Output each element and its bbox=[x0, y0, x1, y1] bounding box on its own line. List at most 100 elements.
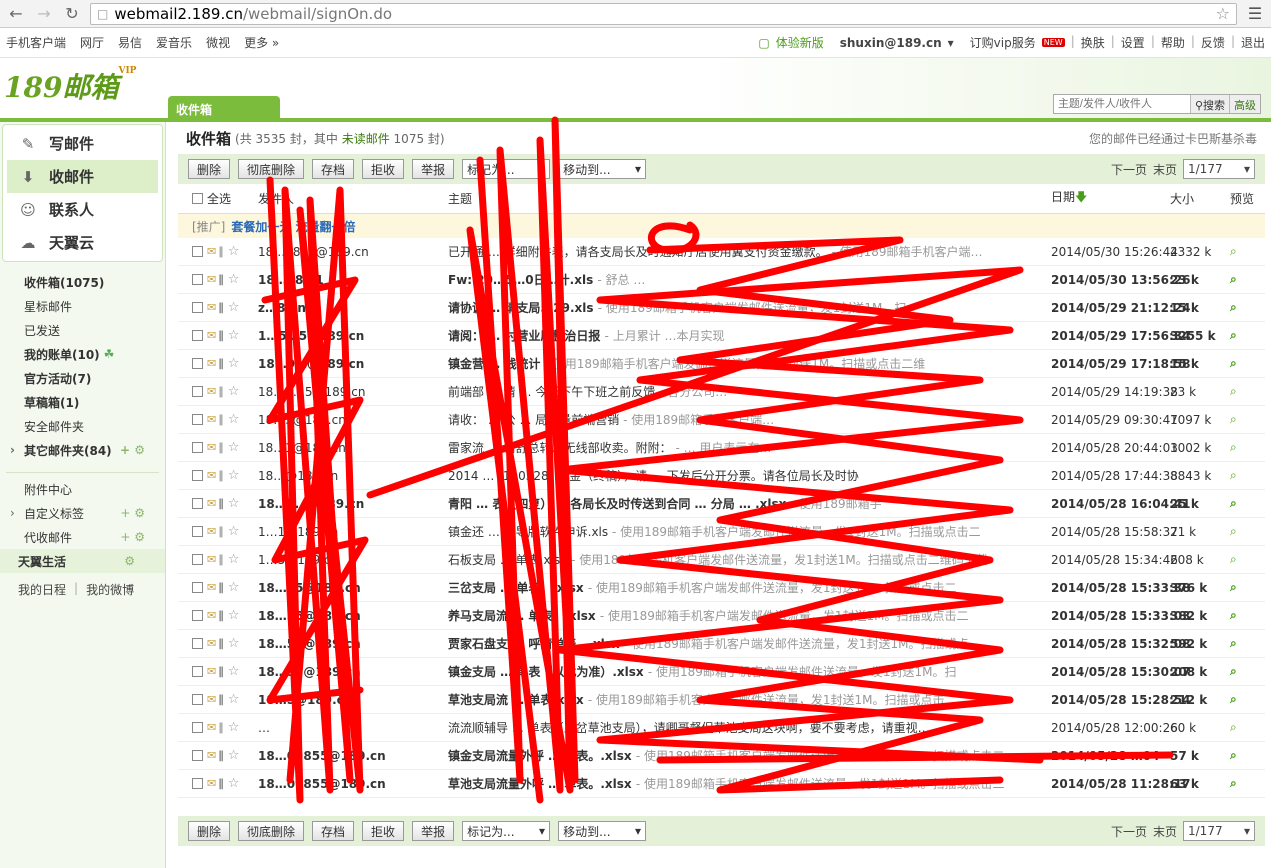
sidebar-item-life[interactable]: 天翼生活 ⚙ bbox=[0, 549, 165, 573]
tab-inbox[interactable]: 收件箱 bbox=[168, 96, 280, 120]
row-subject[interactable]: 石板支局 … 单表.xlsx - 使用189邮箱手机客户端发邮件送流量，发1封送… bbox=[448, 551, 1038, 568]
star-icon[interactable]: ☆ bbox=[228, 524, 240, 539]
star-icon[interactable]: ☆ bbox=[228, 636, 240, 651]
sidebar-action[interactable]: ☺ 联系人 bbox=[7, 193, 158, 226]
row-sender[interactable]: 18…55@189.cn bbox=[258, 665, 438, 679]
sidebar-folder[interactable]: 官方活动(7) bbox=[0, 366, 165, 390]
top-nav-link[interactable]: 手机客户端 bbox=[6, 36, 66, 50]
star-icon[interactable]: ☆ bbox=[228, 720, 240, 735]
star-icon[interactable]: ☆ bbox=[228, 496, 240, 511]
table-row[interactable]: ✉ ∥ ☆ z…8…n 请协调 … 请支局5.29.xls - 使用189邮箱手机客户端… bbox=[178, 294, 1265, 322]
perm-delete-button[interactable]: 彻底删除 bbox=[238, 159, 305, 179]
row-sender[interactable]: 18…55@189.cn bbox=[258, 637, 438, 651]
unread-link[interactable]: 未读邮件 bbox=[342, 132, 390, 146]
table-row[interactable]: ✉ ∥ ☆ 18…9…@189.cn 镇金营 … 线统计 - 使用189邮箱手机客户端发… bbox=[178, 350, 1265, 378]
star-icon[interactable]: ☆ bbox=[228, 664, 240, 679]
preview-icon[interactable]: ⌕ bbox=[1230, 748, 1237, 763]
top-nav-link[interactable]: 反馈 bbox=[1201, 34, 1225, 51]
top-nav-link[interactable]: 设置 bbox=[1121, 34, 1145, 51]
row-sender[interactable]: 18…5…@189.cn bbox=[258, 497, 438, 511]
table-row[interactable]: ✉ ∥ ☆ 18…09855@189.cn 镇金支局流量外呼 … 单表。.xlsx - … bbox=[178, 742, 1265, 770]
last-page-link[interactable]: 末页 bbox=[1153, 161, 1177, 178]
row-sender[interactable]: 1…5…5@189.cn bbox=[258, 329, 438, 343]
table-row[interactable]: ✉ ∥ ☆ 18…55@189.cn 三岔支局 … 单表。.xlsx - 使用189邮箱… bbox=[178, 574, 1265, 602]
archive-button[interactable]: 存档 bbox=[312, 159, 355, 179]
preview-icon[interactable]: ⌕ bbox=[1230, 440, 1237, 455]
row-subject[interactable]: 镇金支局 … 单表（以此为准）.xlsx - 使用189邮箱手机客户端发邮件送流… bbox=[448, 663, 1038, 680]
sidebar-folder[interactable]: › 其它邮件夹(84) + ⚙ bbox=[0, 438, 165, 462]
sidebar-folder[interactable]: 收件箱(1075) bbox=[0, 270, 165, 294]
table-row[interactable]: ✉ ∥ ☆ 18…@189.cn 2014 … (140528) 酬金（终稿），请 … … bbox=[178, 462, 1265, 490]
sidebar-folder[interactable]: 我的账单(10) ☘ bbox=[0, 342, 165, 366]
col-subject[interactable]: 主题 bbox=[448, 190, 472, 207]
table-row[interactable]: ✉ ∥ ☆ 18…5…@189.cn 青阳 … 表（四复），请各局长及时传送到合同 … … bbox=[178, 490, 1265, 518]
row-checkbox[interactable] bbox=[192, 302, 203, 313]
sidebar-extra[interactable]: › 自定义标签 + ⚙ bbox=[0, 501, 165, 525]
row-checkbox[interactable] bbox=[192, 666, 203, 677]
row-sender[interactable]: 18…1@189.cn bbox=[258, 441, 438, 455]
row-checkbox[interactable] bbox=[192, 554, 203, 565]
search-button[interactable]: ⚲搜索 bbox=[1189, 95, 1229, 113]
sidebar-folder[interactable]: 已发送 bbox=[0, 318, 165, 342]
star-icon[interactable]: ☆ bbox=[228, 748, 240, 763]
star-icon[interactable]: ☆ bbox=[228, 272, 240, 287]
add-gear-icon[interactable]: + ⚙ bbox=[120, 530, 145, 544]
row-subject[interactable]: 雷家流 … 请舒总转发无线部收卖。附附： - … 用户表示在… bbox=[448, 439, 1038, 456]
preview-icon[interactable]: ⌕ bbox=[1230, 384, 1237, 399]
star-icon[interactable]: ☆ bbox=[228, 440, 240, 455]
star-icon[interactable]: ☆ bbox=[228, 468, 240, 483]
move-to-select-bottom[interactable]: 移动到... ▾ bbox=[558, 821, 647, 841]
row-checkbox[interactable] bbox=[192, 470, 203, 481]
row-sender[interactable]: 18…98…1 bbox=[258, 273, 438, 287]
preview-icon[interactable]: ⌕ bbox=[1230, 300, 1237, 315]
perm-delete-button-bottom[interactable]: 彻底删除 bbox=[238, 821, 305, 841]
row-checkbox[interactable] bbox=[192, 610, 203, 621]
row-sender[interactable]: 18…@189.cn bbox=[258, 469, 438, 483]
row-sender[interactable]: 18…09855@189.cn bbox=[258, 749, 438, 763]
sidebar-folder[interactable]: 星标邮件 bbox=[0, 294, 165, 318]
row-subject[interactable]: 已开通 … 详细附件表，请各支局长及时通知厅店使用翼支付资金缴款。 - 使用18… bbox=[448, 243, 1038, 260]
table-row[interactable]: ✉ ∥ ☆ 1…5…5@189.cn 请阅： … 村营业厅整治日报 - 上月累计 …本月… bbox=[178, 322, 1265, 350]
next-page-link-bottom[interactable]: 下一页 bbox=[1111, 823, 1147, 840]
preview-icon[interactable]: ⌕ bbox=[1230, 552, 1237, 567]
row-checkbox[interactable] bbox=[192, 498, 203, 509]
row-subject[interactable]: Fw: 20…5…0日…计.xls - 舒总 … bbox=[448, 271, 1038, 288]
row-sender[interactable]: 1…5@189.cn bbox=[258, 553, 438, 567]
star-icon[interactable]: ☆ bbox=[228, 356, 240, 371]
row-checkbox[interactable] bbox=[192, 778, 203, 789]
archive-button-bottom[interactable]: 存档 bbox=[312, 821, 355, 841]
star-icon[interactable]: ☆ bbox=[228, 608, 240, 623]
chevron-right-icon[interactable]: › bbox=[10, 506, 15, 520]
page-select[interactable]: 1/177 ▾ bbox=[1183, 159, 1255, 179]
table-row[interactable]: ✉ ∥ ☆ 18…9855@189.cn 已开通 … 详细附件表，请各支局长及时通知厅店… bbox=[178, 238, 1265, 266]
row-checkbox[interactable] bbox=[192, 274, 203, 285]
row-sender[interactable]: 18…55@189.cn bbox=[258, 581, 438, 595]
col-date[interactable]: 日期🡇 bbox=[1051, 188, 1087, 209]
sidebar-folder[interactable]: 草稿箱(1) bbox=[0, 390, 165, 414]
forward-icon[interactable]: → bbox=[34, 4, 54, 23]
sidebar-action[interactable]: ⬇ 收邮件 bbox=[7, 160, 158, 193]
col-size[interactable]: 大小 bbox=[1170, 190, 1194, 207]
bookmark-star-icon[interactable]: ☆ bbox=[1216, 4, 1230, 23]
row-sender[interactable]: … bbox=[258, 721, 438, 735]
preview-icon[interactable]: ⌕ bbox=[1230, 608, 1237, 623]
reload-icon[interactable]: ↻ bbox=[62, 4, 82, 23]
row-checkbox[interactable] bbox=[192, 358, 203, 369]
reject-button[interactable]: 拒收 bbox=[362, 159, 405, 179]
weibo-link[interactable]: 我的微博 bbox=[86, 581, 134, 598]
vip-link[interactable]: 订购vip服务 bbox=[970, 34, 1036, 51]
row-checkbox[interactable] bbox=[192, 442, 203, 453]
row-checkbox[interactable] bbox=[192, 414, 203, 425]
col-sender[interactable]: 发件人 bbox=[258, 190, 294, 207]
table-row[interactable]: ✉ ∥ ☆ 1…5@189.cn 石板支局 … 单表.xlsx - 使用189邮箱手机客… bbox=[178, 546, 1265, 574]
preview-icon[interactable]: ⌕ bbox=[1230, 580, 1237, 595]
star-icon[interactable]: ☆ bbox=[228, 776, 240, 791]
row-checkbox[interactable] bbox=[192, 750, 203, 761]
top-nav-link[interactable]: 更多 » bbox=[244, 36, 279, 50]
row-checkbox[interactable] bbox=[192, 722, 203, 733]
row-subject[interactable]: 请阅： … 村营业厅整治日报 - 上月累计 …本月实现 bbox=[448, 327, 1038, 344]
table-row[interactable]: ✉ ∥ ☆ 18…98…1 Fw: 20…5…0日…计.xls - 舒总 … 2014/0… bbox=[178, 266, 1265, 294]
row-checkbox[interactable] bbox=[192, 638, 203, 649]
move-to-select[interactable]: 移动到... ▾ bbox=[558, 159, 647, 179]
sidebar-action[interactable]: ✎ 写邮件 bbox=[7, 127, 158, 160]
